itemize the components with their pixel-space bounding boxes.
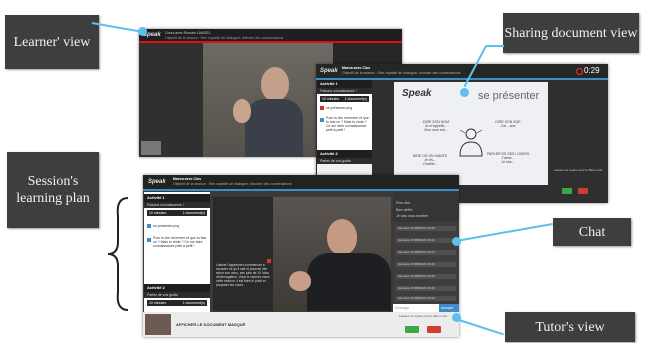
plan-brace — [107, 197, 129, 311]
session-title: Maeva avec Clos — [173, 177, 202, 181]
chat-message: Monsieur DUBREIDS 10:44 — [396, 296, 456, 301]
chat-header-2: Bien défini — [396, 208, 413, 212]
activity-1-duration: 10 minutes 1 document(s) — [147, 210, 207, 216]
activity-1-subtitle: Faisons connaissance ! — [144, 202, 210, 208]
close-instruction-icon[interactable] — [267, 259, 271, 263]
chat-message: Monsieur DUBREIDS 10:42 — [396, 262, 456, 267]
send-label: envoyer — [441, 306, 454, 310]
activity-note: Pour tu the récentrer et que tu fais ce … — [320, 116, 369, 134]
bottom-note: Laissez un repère pour le Bien noter — [399, 314, 448, 318]
session-subtitle: Objectif de la séance : Etre capable de … — [342, 71, 461, 75]
activity-2-subtitle: Parlez de vos goûts — [144, 292, 210, 298]
tutor-self-thumbnail — [145, 314, 171, 335]
activity-1-subtitle: Faisons connaissance ! — [317, 88, 372, 94]
side-note: Laissez un repère pour le Bien noter — [554, 168, 603, 172]
leader-sharing-top — [486, 45, 504, 47]
accept-button[interactable] — [562, 188, 572, 194]
chat-send-button[interactable]: envoyer — [439, 304, 459, 312]
tutor-body — [245, 99, 303, 157]
duration-label: 10 minutes — [149, 301, 167, 305]
docs-count: 1 document(s) — [182, 301, 205, 305]
callout-learner-view: Learner' view — [5, 15, 99, 69]
left-panel — [139, 43, 203, 157]
document-link[interactable]: se présenter.png — [320, 106, 369, 111]
leader-tutor — [455, 318, 504, 336]
leader-chat — [455, 222, 553, 242]
chat-input[interactable]: Message — [393, 304, 439, 312]
file-icon — [147, 224, 151, 229]
accept-button[interactable] — [405, 326, 419, 333]
activity-note-text: Pour tu the récentrer et que tu fais ce … — [326, 116, 369, 132]
chat-message: Monsieur DUBREIDS 10:42 — [396, 274, 456, 279]
learner-thumbnail — [141, 141, 161, 155]
person-icon — [459, 128, 483, 157]
leader-dot-tutor — [452, 313, 461, 322]
activity-note-text: Pour tu the récentrer et que tu fais ce … — [153, 236, 207, 248]
reject-button[interactable] — [578, 188, 588, 194]
leader-dot-learner — [138, 27, 147, 36]
activity-2-duration: 10 minutes 1 document(s) — [147, 300, 207, 306]
duration-label: 10 minutes — [322, 97, 340, 101]
activity-2-title: Activité 2 — [144, 284, 210, 292]
chat-header-1: Pour dire — [396, 201, 411, 205]
timer-icon — [576, 68, 583, 75]
chat-message: Monsieur DUBREIDS 10:41 — [396, 250, 456, 255]
instruction-text: Laisser l'apprenant commencer à raconter… — [216, 263, 270, 287]
slide-logo: Speak — [402, 88, 432, 99]
activity-2-title: Activité 2 — [317, 150, 372, 158]
learning-plan-panel: Activité 1 Faisons connaissance ! 10 min… — [144, 192, 210, 312]
app-logo: Speak — [320, 68, 338, 74]
duration-label: 10 minutes — [149, 211, 167, 215]
activity-1-duration: 10 minutes 1 document(s) — [320, 96, 369, 102]
shared-slide: Speak se présenter DIRE SON NOM Je m'app… — [394, 82, 548, 185]
raised-hand — [233, 99, 251, 123]
chat-message: Monsieur DUBREIDS 10:43 — [396, 286, 456, 291]
slide-title: se présenter — [478, 90, 540, 102]
leader-dot-sharing — [460, 88, 469, 97]
activity-1-title: Activité 1 — [144, 194, 210, 202]
leader-learner — [91, 22, 142, 33]
reject-button[interactable] — [427, 326, 441, 333]
tutor-bottom-bar: AFFICHER LE DOCUMENT MASQUÉ Laissez un r… — [143, 312, 459, 337]
callout-tutor-view: Tutor's view — [505, 312, 635, 342]
learner-header-line2: Objectif de la séance : Etre capable de … — [165, 36, 284, 40]
callout-chat: Chat — [553, 218, 631, 246]
session-timer: 0:29 — [584, 66, 600, 75]
chat-message: Monsieur DUBREIDS 10:40 — [396, 226, 456, 231]
show-hidden-document-link[interactable]: AFFICHER LE DOCUMENT MASQUÉ — [176, 322, 245, 327]
learner-face — [327, 219, 357, 255]
note-icon — [147, 238, 151, 242]
slide-item-age: DIRE SON ÂGE J'ai... ans — [495, 120, 521, 128]
note-icon — [320, 118, 324, 122]
tutor-face — [261, 67, 289, 101]
chat-message: Monsieur DUBREIDS 10:41 — [396, 238, 456, 243]
slide-item-name: DIRE SON NOM Je m'appelle... Mon nom est… — [422, 120, 450, 132]
session-subtitle: Objectif de la séance : Etre capable de … — [173, 182, 292, 186]
learner-hand — [289, 271, 311, 291]
session-title: Maeva avec Clos — [342, 66, 371, 70]
document-link[interactable]: se présenter.png — [147, 224, 207, 229]
chat-header-3: Je vais vous montrer — [396, 214, 429, 218]
callout-sharing-view: Sharing document view — [503, 13, 639, 53]
app-logo: Speak — [148, 179, 166, 185]
tutor-view-window: Speak Maeva avec Clos Objectif de la séa… — [143, 175, 459, 337]
header-accent — [143, 189, 459, 191]
callout-learning-plan: Session's learning plan — [7, 152, 99, 228]
file-icon — [320, 106, 324, 111]
activity-note: Pour tu the récentrer et que tu fais ce … — [147, 236, 207, 262]
docs-count: 1 document(s) — [182, 211, 205, 215]
chat-panel: Pour dire Bien défini Je vais vous montr… — [393, 192, 459, 312]
document-name: se présenter.png — [153, 224, 180, 228]
chat-input-placeholder: Message — [395, 306, 410, 310]
document-name: se présenter.png — [326, 106, 353, 110]
docs-count: 1 document(s) — [344, 97, 367, 101]
tutor-video — [203, 43, 333, 157]
activity-1-title: Activité 1 — [317, 80, 372, 88]
learner-video: Laisser l'apprenant commencer à raconter… — [213, 197, 391, 311]
learner-header-line1: Cours avec Romain LANGEL — [165, 31, 211, 35]
slide-item-home: DIRE OÙ ON HABITE Je vis... J'habite... — [412, 154, 448, 166]
leader-dot-chat — [452, 237, 461, 246]
slide-item-hobbies: PARLER DE SES LOISIRS J'aime... Je fais.… — [486, 152, 530, 164]
learner-body — [307, 253, 391, 311]
